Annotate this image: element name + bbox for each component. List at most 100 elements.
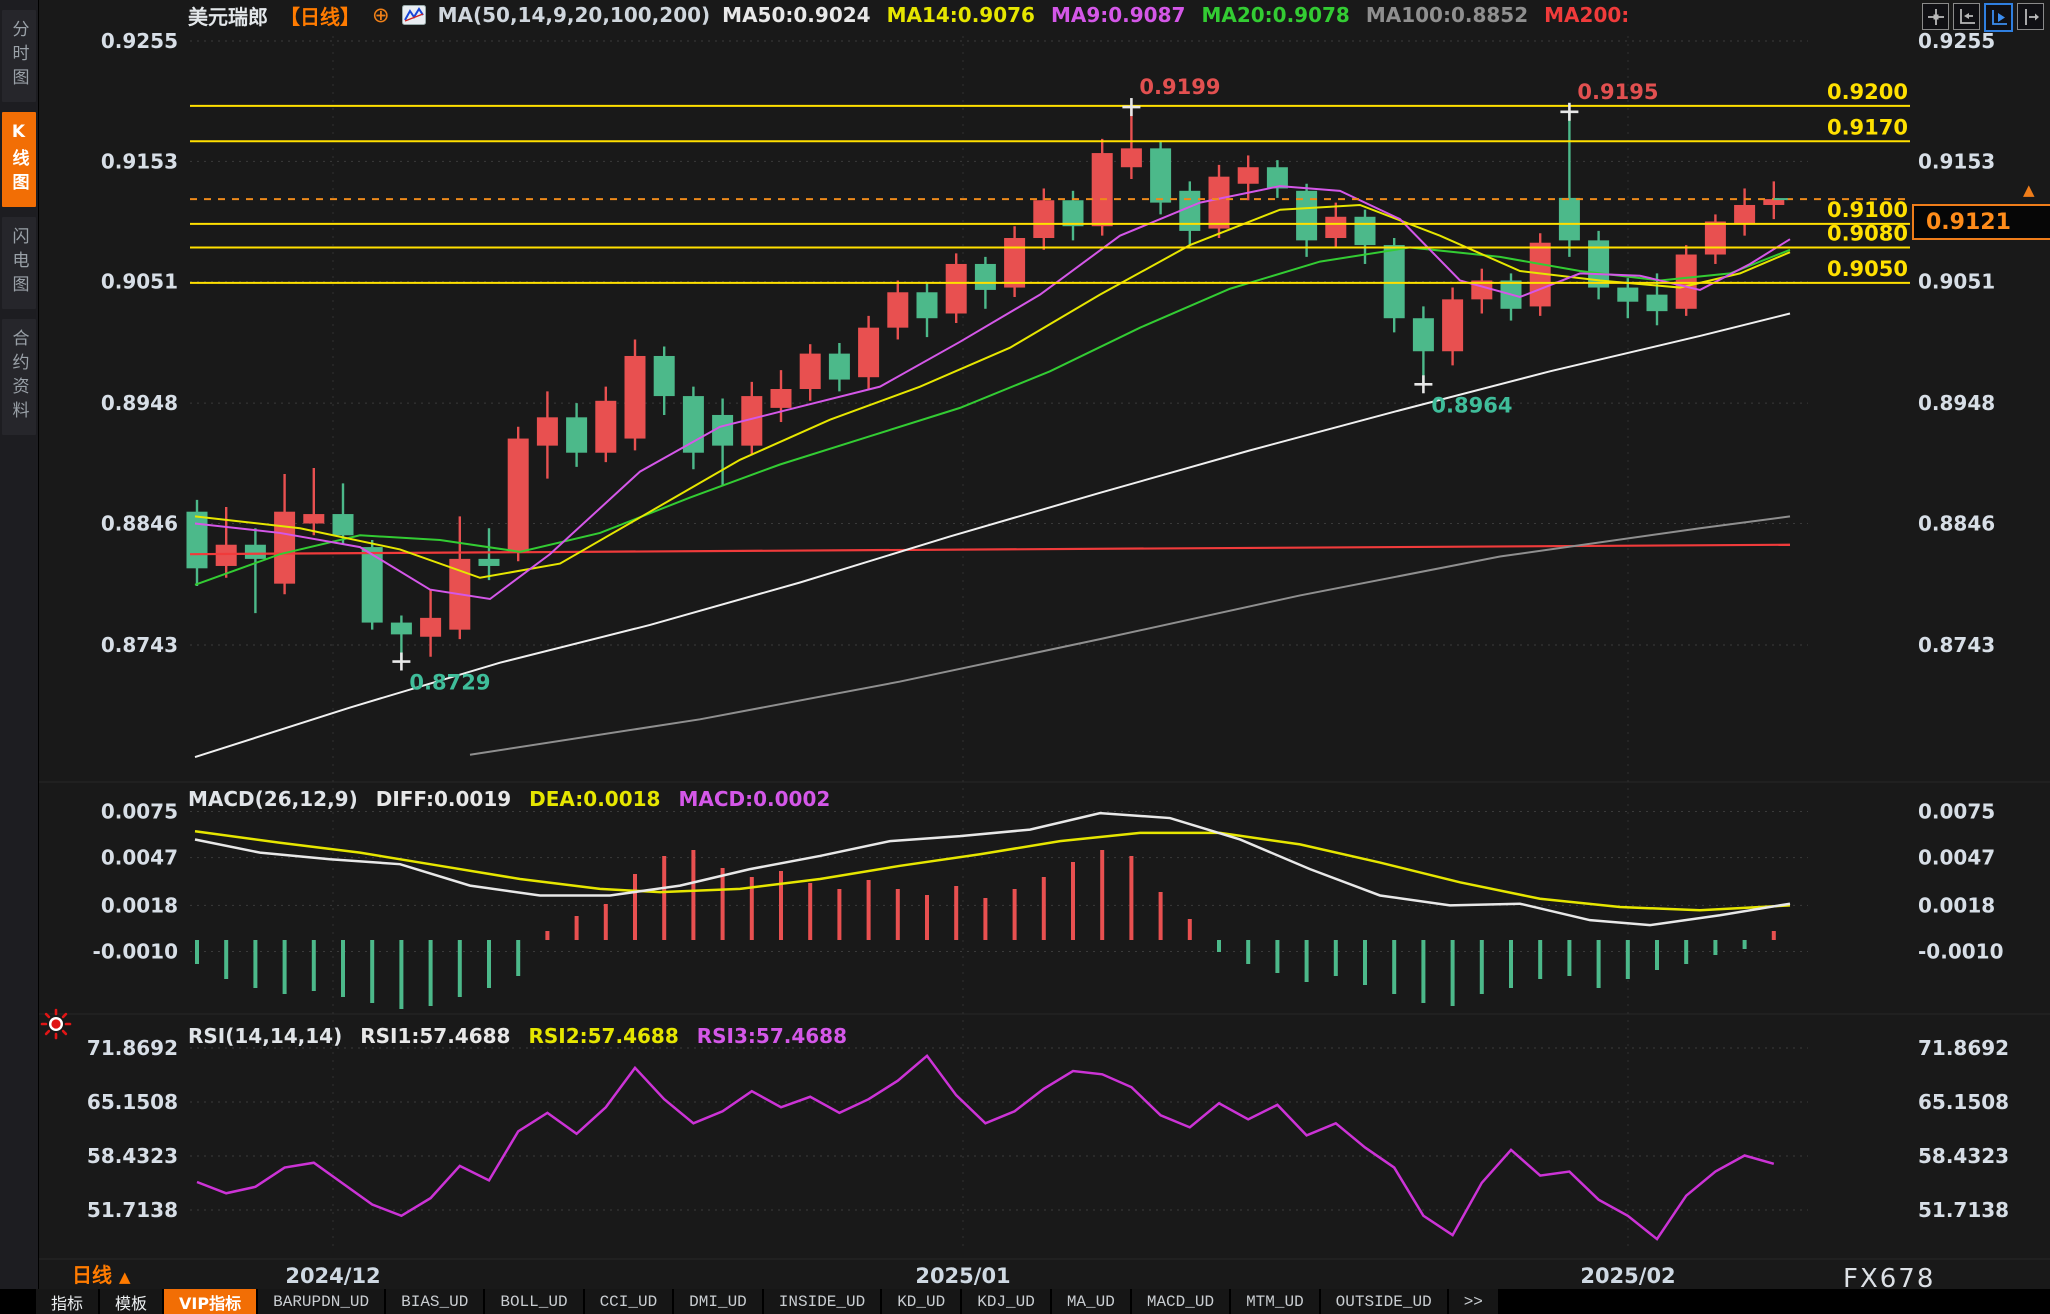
chart-background bbox=[0, 0, 2050, 1314]
indicator-tab-bar: 指标模板VIP指标BARUPDN_UDBIAS_UDBOLL_UDCCI_UDD… bbox=[0, 1289, 2050, 1314]
axis-measure-icon[interactable] bbox=[1953, 3, 1980, 30]
add-overlay-icon[interactable]: ⊕ bbox=[372, 5, 390, 26]
rsi-header-title: RSI(14,14,14) bbox=[188, 1024, 342, 1048]
candle-body bbox=[595, 401, 616, 453]
svg-text:51.7138: 51.7138 bbox=[1918, 1198, 2009, 1222]
candle-body bbox=[1559, 198, 1580, 240]
tab-boll-ud[interactable]: BOLL_UD bbox=[485, 1289, 584, 1314]
candle-body bbox=[800, 354, 821, 389]
tab-inside-ud[interactable]: INSIDE_UD bbox=[764, 1289, 882, 1314]
svg-text:0.9051: 0.9051 bbox=[1918, 270, 1995, 294]
chart-toolbar bbox=[1922, 3, 2044, 32]
candle-body bbox=[333, 514, 354, 535]
candle-body bbox=[1647, 295, 1668, 312]
macd-header-title: MACD(26,12,9) bbox=[188, 787, 358, 811]
candle-body bbox=[1676, 255, 1697, 309]
tab-指标[interactable]: 指标 bbox=[36, 1289, 100, 1314]
ma-settings-label: MA(50,14,9,20,100,200) bbox=[438, 3, 711, 27]
sidebar-item-1[interactable]: K线图 bbox=[2, 112, 36, 207]
candle-body bbox=[1734, 205, 1755, 224]
candle-body bbox=[858, 328, 879, 378]
hot-indicator-icon[interactable] bbox=[40, 1008, 72, 1044]
macd-header-value-0: DIFF:0.0019 bbox=[376, 787, 511, 811]
candle-body bbox=[1325, 217, 1346, 238]
tab-模板[interactable]: 模板 bbox=[100, 1289, 164, 1314]
tabbar-corner bbox=[0, 1289, 36, 1314]
current-price-tag: 0.9121 bbox=[1912, 204, 2050, 240]
candle-body bbox=[508, 439, 529, 552]
timeframe-selector[interactable]: 日线 ▲ bbox=[72, 1259, 131, 1288]
candle-body bbox=[1238, 167, 1259, 184]
svg-text:0.8948: 0.8948 bbox=[101, 391, 178, 415]
svg-text:2025/01: 2025/01 bbox=[915, 1264, 1010, 1288]
tab-macd-ud[interactable]: MACD_UD bbox=[1132, 1289, 1231, 1314]
candle-body bbox=[1121, 148, 1142, 167]
tab-cci-ud[interactable]: CCI_UD bbox=[585, 1289, 675, 1314]
svg-text:0.8729: 0.8729 bbox=[409, 671, 490, 695]
chart-application-window: 0.9255 0.9255 0.9153 0.9153 0.9051 0.9051 0.89… bbox=[0, 0, 2050, 1314]
candle-body bbox=[654, 356, 675, 396]
svg-text:0.0018: 0.0018 bbox=[101, 893, 178, 917]
tab-kd-ud[interactable]: KD_UD bbox=[882, 1289, 962, 1314]
sidebar-item-0[interactable]: 分时图 bbox=[2, 10, 36, 102]
candle-body bbox=[887, 292, 908, 327]
rsi-header: RSI(14,14,14)RSI1:57.4688RSI2:57.4688RSI… bbox=[188, 1024, 847, 1048]
candle-body bbox=[1705, 221, 1726, 254]
candle-body bbox=[1004, 238, 1025, 288]
macd-header-value-1: DEA:0.0018 bbox=[529, 787, 660, 811]
svg-text:0.0018: 0.0018 bbox=[1918, 893, 1995, 917]
svg-text:0.9153: 0.9153 bbox=[101, 149, 178, 173]
svg-text:0.0075: 0.0075 bbox=[101, 799, 178, 823]
sidebar-item-3[interactable]: 合约资料 bbox=[2, 319, 36, 435]
candle-body bbox=[1442, 299, 1463, 351]
tab-ma-ud[interactable]: MA_UD bbox=[1052, 1289, 1132, 1314]
svg-text:0.9080: 0.9080 bbox=[1827, 221, 1908, 245]
candle-body bbox=[771, 389, 792, 408]
macd-header: MACD(26,12,9)DIFF:0.0019DEA:0.0018MACD:0… bbox=[188, 787, 830, 811]
svg-text:2024/12: 2024/12 bbox=[285, 1264, 380, 1288]
rsi-header-value-2: RSI3:57.4688 bbox=[697, 1024, 847, 1048]
tab-dmi-ud[interactable]: DMI_UD bbox=[674, 1289, 764, 1314]
candle-body bbox=[1063, 200, 1084, 226]
candle-body bbox=[274, 512, 295, 584]
tab-kdj-ud[interactable]: KDJ_UD bbox=[962, 1289, 1052, 1314]
main-chart-canvas[interactable]: 0.9255 0.9255 0.9153 0.9153 0.9051 0.9051 0.89… bbox=[0, 0, 2050, 1314]
svg-text:0.9051: 0.9051 bbox=[101, 270, 178, 294]
candle-body bbox=[420, 618, 441, 637]
svg-text:0.9255: 0.9255 bbox=[1918, 29, 1995, 53]
rsi-header-value-0: RSI1:57.4688 bbox=[360, 1024, 510, 1048]
candle-body bbox=[303, 514, 324, 523]
tab-barupdn-ud[interactable]: BARUPDN_UD bbox=[258, 1289, 386, 1314]
candle-body bbox=[537, 417, 558, 445]
svg-text:51.7138: 51.7138 bbox=[87, 1198, 178, 1222]
svg-text:-0.0010: -0.0010 bbox=[93, 939, 178, 963]
axis-play-icon[interactable] bbox=[1984, 3, 2013, 32]
svg-text:0.9153: 0.9153 bbox=[1918, 149, 1995, 173]
candle-body bbox=[1413, 318, 1434, 351]
sidebar-item-2[interactable]: 闪电图 bbox=[2, 217, 36, 309]
svg-text:71.8692: 71.8692 bbox=[1918, 1036, 2009, 1060]
tab-vip指标[interactable]: VIP指标 bbox=[164, 1289, 258, 1314]
mini-chart-icon[interactable] bbox=[402, 3, 426, 27]
tab-outside-ud[interactable]: OUTSIDE_UD bbox=[1321, 1289, 1449, 1314]
tabbar-filler bbox=[1500, 1289, 2050, 1314]
svg-text:2025/02: 2025/02 bbox=[1580, 1264, 1675, 1288]
candle-body bbox=[975, 264, 996, 290]
ma-value-3: MA20:0.9078 bbox=[1201, 3, 1349, 27]
pan-right-icon[interactable] bbox=[2017, 3, 2044, 30]
tab-mtm-ud[interactable]: MTM_UD bbox=[1231, 1289, 1321, 1314]
move-icon[interactable] bbox=[1922, 3, 1949, 30]
svg-text:0.9195: 0.9195 bbox=[1577, 80, 1658, 104]
candle-body bbox=[566, 417, 587, 452]
tab--[interactable]: >> bbox=[1449, 1289, 1500, 1314]
svg-text:65.1508: 65.1508 bbox=[87, 1090, 178, 1114]
tab-bias-ud[interactable]: BIAS_UD bbox=[386, 1289, 485, 1314]
svg-text:0.9255: 0.9255 bbox=[101, 29, 178, 53]
candle-body bbox=[917, 292, 938, 318]
svg-text:0.9200: 0.9200 bbox=[1827, 80, 1908, 104]
svg-text:0.8846: 0.8846 bbox=[1918, 511, 1995, 535]
ma-value-5: MA200: bbox=[1544, 3, 1629, 27]
period-tag[interactable]: 【日线】 bbox=[280, 1, 360, 30]
svg-text:0.8743: 0.8743 bbox=[1918, 633, 1995, 657]
candle-body bbox=[1092, 153, 1113, 226]
